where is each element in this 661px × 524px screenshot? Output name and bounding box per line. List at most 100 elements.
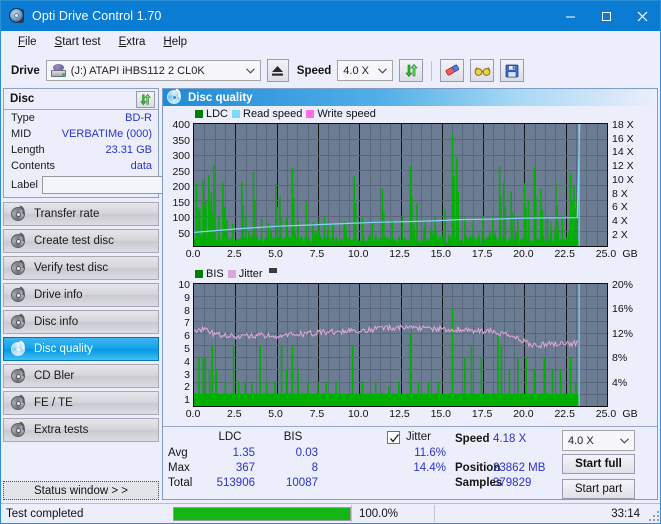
legend-item-jitter: Jitter [227, 268, 263, 280]
disc-icon [11, 339, 26, 357]
x-tick: 12.5 [389, 248, 410, 260]
sidebar-item-drive-info[interactable]: Drive info [3, 283, 159, 307]
stats-ldc-max: 367 [235, 462, 255, 474]
x-tick: 5.0 [268, 248, 283, 260]
y-tick: 16 X [612, 132, 634, 145]
chevron-down-icon [620, 431, 629, 450]
y-tick: 5 [184, 343, 190, 355]
jitter-label: Jitter [406, 431, 431, 443]
menu-bar: File Start test Extra Help [1, 31, 660, 53]
x-tick: 15.0 [430, 408, 452, 420]
stats-jitter-max: 14.4% [413, 462, 446, 474]
status-window-button[interactable]: Status window > > [3, 481, 159, 500]
sidebar-item-transfer-rate[interactable]: Transfer rate [3, 202, 159, 226]
y-tick: 8 [184, 304, 190, 317]
content-panel: Disc quality LDC Read speed Write speed [162, 88, 658, 500]
speed-select[interactable]: 4.0 X [337, 60, 394, 81]
toolbar-separator [431, 60, 433, 81]
menu-extra-label: xtra [126, 36, 146, 48]
y-tick: 8 X [612, 187, 628, 200]
y-tick: 12% [612, 327, 634, 340]
window-title: Opti Drive Control 1.70 [32, 9, 162, 23]
x-tick: 0.0 [185, 248, 201, 260]
status-text: Test completed [6, 507, 84, 520]
menu-help[interactable]: Help [154, 34, 196, 50]
stats-row-avg-label: Avg [168, 447, 188, 459]
sidebar-item-disc-quality[interactable]: Disc quality [3, 337, 159, 361]
disc-row-length-value: 23.31 GB [105, 144, 152, 156]
y-tick: 100 [172, 212, 190, 224]
ldc-chart: LDC Read speed Write speed 400 350 300 2… [163, 106, 657, 266]
bis-y-axis-left: 10 9 8 7 6 5 4 3 2 1 [163, 280, 190, 406]
page-title: Disc quality [188, 91, 253, 104]
disc-icon [11, 258, 26, 276]
close-icon[interactable] [624, 1, 660, 31]
maximize-icon[interactable] [588, 1, 624, 31]
jitter-checkbox[interactable] [387, 431, 400, 444]
legend-swatch-jitter [227, 270, 236, 278]
menu-file[interactable]: File [9, 34, 46, 50]
start-part-button[interactable]: Start part [562, 479, 635, 499]
stats-panel: LDC BIS Avg Max Total 1.35 367 513906 0.… [163, 426, 657, 499]
disc-row-contents: Contents data [4, 158, 158, 174]
disc-row-mid: MID VERBATIMe (000) [4, 126, 158, 142]
menu-extra[interactable]: Extra [110, 34, 155, 50]
test-speed-select[interactable]: 4.0 X [562, 430, 635, 451]
y-tick: 2 X [612, 228, 628, 241]
y-tick: 350 [172, 134, 190, 147]
stats-ldc-avg: 1.35 [232, 447, 255, 459]
legend-label-bis: BIS [206, 268, 224, 280]
test-speed-value: 4.0 X [568, 434, 594, 447]
menu-help-label: elp [171, 36, 188, 48]
drive-select[interactable]: (J:) ATAPI iHBS112 2 CL0K [45, 60, 261, 81]
disc-icon [11, 366, 26, 384]
sidebar-item-label: Extra tests [34, 424, 89, 436]
x-tick: 2.5 [226, 408, 242, 420]
erase-button[interactable] [440, 59, 465, 82]
disc-icon [11, 420, 26, 438]
glasses-button[interactable] [470, 59, 495, 82]
title-bar: Opti Drive Control 1.70 [1, 1, 660, 31]
stats-ldc-total: 513906 [216, 477, 255, 489]
sidebar-item-verify-test-disc[interactable]: Verify test disc [3, 256, 159, 280]
x-axis-unit: GB [622, 248, 638, 260]
sidebar-item-label: Disc info [34, 316, 79, 328]
menu-file-label: ile [25, 36, 37, 48]
window-controls [552, 1, 660, 31]
sidebar-item-label: FE / TE [34, 397, 73, 409]
save-button[interactable] [500, 59, 525, 82]
speed-readout-label: Speed [455, 433, 490, 445]
bis-jitter-chart: BIS Jitter 10 9 8 7 6 5 4 3 2 1 20% 16% … [163, 266, 657, 426]
ldc-y-axis-right: 18 X 16 X 14 X 12 X 10 X 8 X 6 X 4 X 2 X [612, 120, 652, 246]
stats-header-ldc: LDC [218, 431, 242, 443]
x-tick: 0.0 [185, 408, 201, 420]
refresh-button[interactable] [399, 59, 424, 82]
menu-start-test[interactable]: Start test [46, 34, 110, 50]
sidebar-nav: Transfer rate Create test disc Verify te… [3, 202, 159, 442]
chevron-down-icon [245, 61, 255, 80]
sidebar-item-extra-tests[interactable]: Extra tests [3, 418, 159, 442]
x-tick: 12.5 [389, 408, 410, 420]
x-tick: 10.0 [347, 408, 369, 420]
drive-select-value: (J:) ATAPI iHBS112 2 CL0K [70, 64, 205, 77]
eject-button[interactable] [266, 59, 289, 82]
app-window: Opti Drive Control 1.70 File Start test … [0, 0, 661, 524]
start-full-button[interactable]: Start full [562, 454, 635, 474]
disc-refresh-button[interactable] [136, 90, 155, 108]
y-tick: 6 [184, 330, 190, 343]
disc-row-type: Type BD-R [4, 110, 158, 126]
resize-grip[interactable] [647, 509, 659, 521]
sidebar-item-create-test-disc[interactable]: Create test disc [3, 229, 159, 253]
y-tick: 150 [172, 196, 190, 209]
minimize-icon[interactable] [552, 1, 588, 31]
y-tick: 8% [612, 352, 628, 365]
label-field-label: Label [11, 179, 38, 191]
sidebar-item-disc-info[interactable]: Disc info [3, 310, 159, 334]
sidebar-item-label: Disc quality [34, 343, 93, 355]
y-tick: 250 [172, 165, 190, 178]
legend-label-jitter: Jitter [238, 268, 263, 280]
sidebar-item-fe-te[interactable]: FE / TE [3, 391, 159, 415]
sidebar-item-cd-bler[interactable]: CD Bler [3, 364, 159, 388]
ldc-plot-wrap: 400 350 300 250 200 150 100 50 18 X 16 X… [163, 120, 657, 266]
